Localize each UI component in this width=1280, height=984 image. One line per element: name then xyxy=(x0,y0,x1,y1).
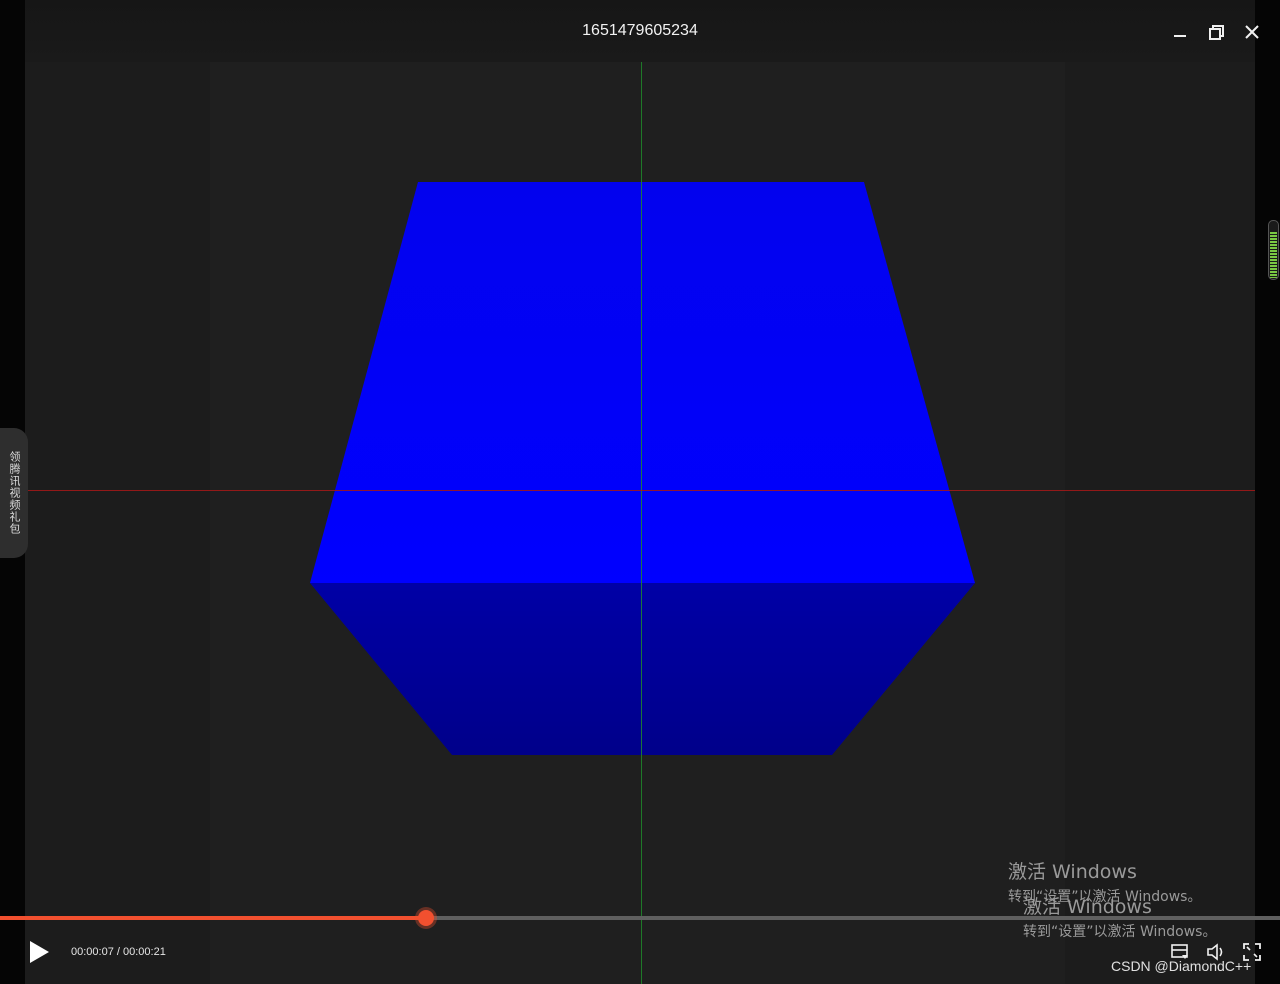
close-button[interactable] xyxy=(1240,20,1264,44)
side-promo-tab[interactable]: 领腾讯视频礼包 xyxy=(0,428,28,558)
restore-icon xyxy=(1209,25,1224,40)
rendered-cube xyxy=(310,182,975,755)
window-title: 1651479605234 xyxy=(582,22,698,39)
progress-played xyxy=(0,916,427,920)
progress-bar[interactable] xyxy=(0,910,1280,926)
minimize-icon xyxy=(1174,35,1186,37)
csdn-watermark: CSDN @DiamondC++ xyxy=(1111,958,1252,974)
side-promo-label: 领腾讯视频礼包 xyxy=(8,451,21,535)
close-icon xyxy=(1245,25,1259,39)
vertical-guide-line xyxy=(641,0,642,984)
time-separator: / xyxy=(116,946,120,958)
volume-meter-level xyxy=(1270,231,1277,278)
cube-top-face xyxy=(310,182,975,583)
total-time: 00:00:21 xyxy=(123,946,166,958)
time-display: 00:00:07 / 00:00:21 xyxy=(71,946,166,958)
activation-title: 激活 Windows xyxy=(1023,896,1152,918)
horizontal-guide-line xyxy=(25,490,1255,491)
activation-subtitle: 转到“设置”以激活 Windows。 xyxy=(1023,924,1217,940)
play-icon xyxy=(30,941,49,963)
current-time: 00:00:07 xyxy=(71,946,114,958)
activation-title: 激活 Windows xyxy=(1008,861,1137,883)
minimize-button[interactable] xyxy=(1168,20,1192,44)
play-button[interactable] xyxy=(27,939,51,965)
restore-button[interactable] xyxy=(1204,20,1228,44)
cube-front-face xyxy=(310,583,975,755)
title-bar: 1651479605234 xyxy=(25,0,1255,62)
volume-meter xyxy=(1268,220,1279,280)
